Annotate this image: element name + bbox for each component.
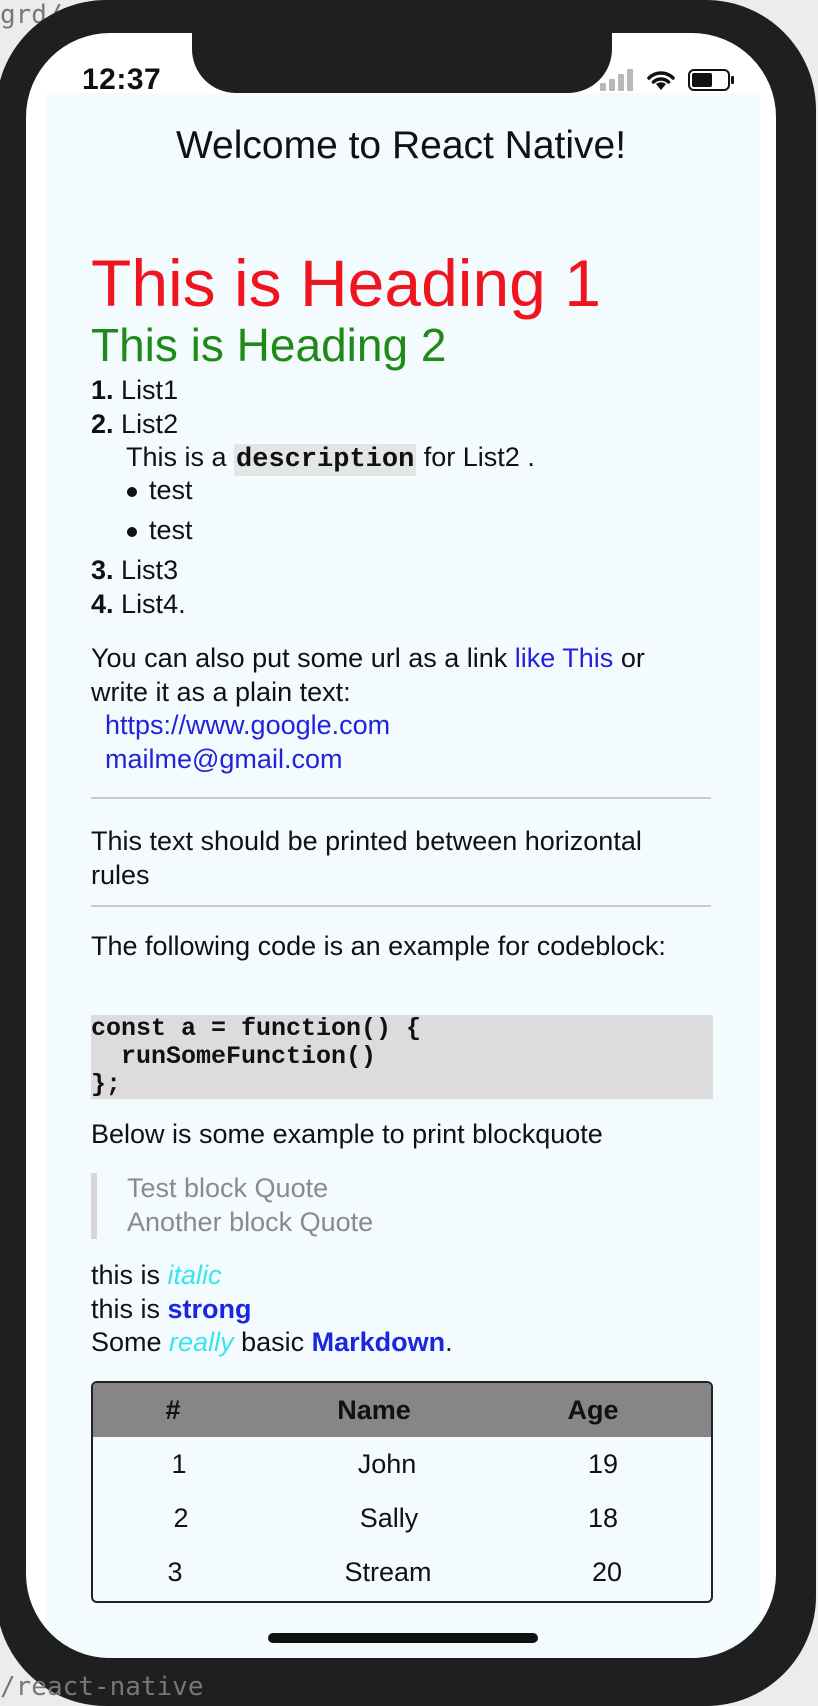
emphasis-text: this is <box>91 1260 168 1290</box>
url-link[interactable]: https://www.google.com <box>105 710 390 741</box>
status-time: 12:37 <box>82 63 162 96</box>
phone-notch <box>192 33 612 93</box>
table-header-cell: Name <box>337 1395 411 1425</box>
table-cell: John <box>357 1449 417 1479</box>
emphasis-text: basic <box>233 1327 312 1357</box>
italic-text: really <box>169 1327 234 1357</box>
list-item: 2. List2 <box>91 409 178 440</box>
inline-code: description <box>234 444 417 476</box>
bullet-icon <box>127 486 137 497</box>
link-paragraph-text: You can also put some url as a link <box>91 643 508 673</box>
list-number: 4. <box>91 589 114 619</box>
list-number: 2. <box>91 409 114 439</box>
strong-text: Markdown <box>311 1327 446 1357</box>
emphasis-line-italic: this is italic <box>91 1260 222 1291</box>
table-header-cell: Age <box>567 1395 619 1425</box>
table-header-cell: # <box>165 1395 181 1425</box>
italic-text: italic <box>167 1260 222 1290</box>
list-item: 3. List3 <box>91 555 178 586</box>
heading-1: This is Heading 1 <box>91 246 601 320</box>
code-line: const a = function() { <box>91 1014 422 1043</box>
blockquote-bar <box>91 1173 97 1239</box>
table-cell: Stream <box>344 1557 432 1587</box>
table-cell: 18 <box>587 1503 619 1533</box>
phone-screen: 12:37 Welcome to React Native! This is H… <box>26 33 776 1658</box>
table-cell: Sally <box>359 1503 419 1533</box>
bullet-text: test <box>149 515 193 545</box>
list-item-text: List1 <box>121 375 179 405</box>
bullet-item: test <box>127 515 193 546</box>
home-indicator[interactable] <box>268 1633 538 1643</box>
code-line: runSomeFunction() <box>91 1042 377 1071</box>
inline-link[interactable]: like This <box>515 643 614 673</box>
description-suffix: for List2 . <box>416 442 535 472</box>
list-item-text: List2 <box>121 409 179 439</box>
list-number: 3. <box>91 555 114 585</box>
emphasis-text: Some <box>91 1327 170 1357</box>
emphasis-text: this is <box>91 1294 168 1324</box>
description-prefix: This is a <box>126 442 227 472</box>
phone-frame: 12:37 Welcome to React Native! This is H… <box>0 0 816 1706</box>
link-paragraph: You can also put some url as a link like… <box>91 643 645 674</box>
table-cell: 2 <box>173 1503 189 1533</box>
bullet-item: test <box>127 475 193 506</box>
code-line: }; <box>91 1070 122 1099</box>
markdown-table: # Name Age 1 John 19 2 Sally 18 3 Stream… <box>91 1381 713 1603</box>
status-icons <box>600 69 736 91</box>
app-title: Welcome to React Native! <box>175 124 627 167</box>
blockquote-line: Another block Quote <box>127 1207 374 1237</box>
list-item: 4. List4. <box>91 589 186 620</box>
list-description: This is a description for List2 . <box>126 442 535 476</box>
horizontal-rule <box>91 905 711 907</box>
bullet-icon <box>127 526 137 537</box>
blockquote-line: Test block Quote <box>127 1173 329 1203</box>
signal-icon <box>600 69 633 91</box>
hr-text-line2: rules <box>91 860 150 890</box>
table-cell: 3 <box>167 1557 183 1587</box>
emphasis-line-strong: this is strong <box>91 1294 252 1325</box>
code-block: const a = function() { runSomeFunction()… <box>91 1015 713 1099</box>
table-cell: 20 <box>591 1557 623 1587</box>
heading-2: This is Heading 2 <box>91 319 447 371</box>
link-paragraph-after: or <box>620 643 645 673</box>
table-cell: 19 <box>587 1449 619 1479</box>
hr-text-line1: This text should be printed between hori… <box>91 826 642 856</box>
code-intro: The following code is an example for cod… <box>91 931 666 961</box>
horizontal-rule <box>91 797 711 799</box>
list-item-text: List4. <box>121 589 186 619</box>
emphasis-text: . <box>445 1327 453 1357</box>
list-item: 1. List1 <box>91 375 178 406</box>
list-number: 1. <box>91 375 114 405</box>
bullet-text: test <box>149 475 193 505</box>
link-paragraph-line2: write it as a plain text: <box>91 677 351 707</box>
emphasis-line-mixed: Some really basic Markdown. <box>91 1327 453 1358</box>
list-item-text: List3 <box>121 555 179 585</box>
battery-icon <box>688 69 734 91</box>
email-link[interactable]: mailme@gmail.com <box>105 744 342 775</box>
table-cell: 1 <box>171 1449 187 1479</box>
strong-text: strong <box>167 1294 252 1324</box>
background-terminal-text: /react-native <box>0 1672 204 1702</box>
quote-intro: Below is some example to print blockquot… <box>91 1119 603 1149</box>
wifi-icon <box>647 71 675 90</box>
